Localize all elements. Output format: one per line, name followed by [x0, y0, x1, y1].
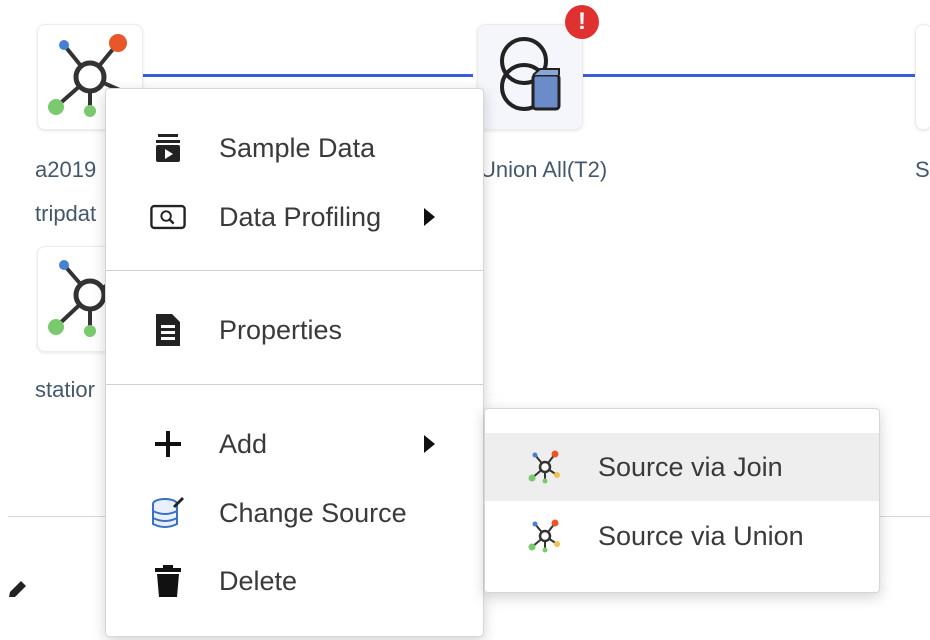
node-label: S: [915, 157, 930, 182]
menu-item-label: Sample Data: [219, 132, 376, 163]
connector-line: [583, 74, 915, 77]
menu-item-sample-data[interactable]: Sample Data: [106, 117, 483, 179]
node-label: Union All(T2): [480, 157, 608, 182]
submenu-item-source-via-union[interactable]: Source via Union: [485, 502, 879, 570]
submenu-item-label: Source via Join: [598, 451, 783, 482]
menu-item-label: Add: [219, 428, 268, 459]
submenu-arrow-icon: [424, 208, 435, 226]
pencil-icon[interactable]: [6, 577, 30, 601]
menu-item-label: Delete: [219, 565, 298, 596]
sample-data-icon: [150, 130, 186, 166]
add-submenu: Source via Join Source via Union: [484, 408, 880, 593]
connector-line: [141, 74, 473, 77]
menu-item-properties[interactable]: Properties: [106, 299, 483, 361]
menu-item-label: Change Source: [219, 497, 407, 528]
plus-icon: [150, 426, 186, 462]
data-profiling-icon: [150, 199, 186, 235]
submenu-item-source-via-join[interactable]: Source via Join: [485, 433, 879, 501]
menu-item-label: Properties: [219, 314, 343, 345]
node-label: a2019: [35, 157, 97, 182]
node-label: tripdat: [35, 201, 97, 226]
menu-item-delete[interactable]: Delete: [106, 550, 483, 612]
context-menu: Sample Data Data Profiling Properties Ad…: [105, 88, 484, 637]
menu-separator: [106, 270, 483, 271]
trash-icon: [150, 563, 186, 599]
menu-separator: [106, 384, 483, 385]
source-join-icon: [528, 450, 560, 484]
union-node-icon: [500, 37, 561, 111]
flow-node-union[interactable]: [477, 24, 583, 130]
menu-item-add[interactable]: Add: [106, 413, 483, 475]
node-label: statior: [35, 377, 95, 402]
change-source-icon: [150, 495, 186, 531]
submenu-arrow-icon: [424, 435, 435, 453]
menu-item-data-profiling[interactable]: Data Profiling: [106, 186, 483, 248]
menu-item-label: Data Profiling: [219, 201, 382, 232]
submenu-item-label: Source via Union: [598, 520, 804, 551]
properties-icon: [150, 312, 186, 348]
error-badge[interactable]: !: [565, 5, 599, 39]
flow-node-target[interactable]: [915, 24, 930, 130]
menu-item-change-source[interactable]: Change Source: [106, 482, 483, 544]
source-union-icon: [528, 519, 560, 553]
